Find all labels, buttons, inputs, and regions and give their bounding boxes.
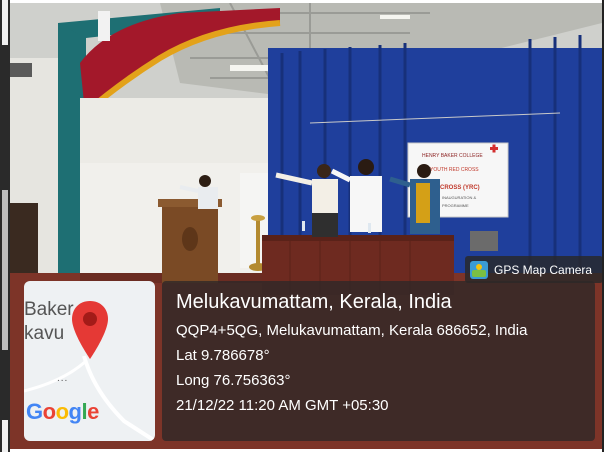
banner-line2: YOUTH RED CROSS [430, 167, 479, 173]
location-latitude: Lat 9.786678° [176, 347, 270, 364]
google-letter-2: o [42, 399, 56, 424]
google-letter-1: G [26, 399, 43, 424]
left-edge-strip [0, 0, 10, 452]
location-title: Melukavumattam, Kerala, India [176, 291, 452, 313]
banner-line5: PROGRAMME [442, 203, 469, 208]
google-letter-4: g [68, 399, 82, 424]
gps-badge-label: GPS Map Camera [494, 262, 593, 277]
google-logo: Google [26, 399, 99, 425]
location-address: QQP4+5QG, Melukavumattam, Kerala 686652,… [176, 322, 528, 339]
map-thumbnail: Baker kavu ... Google [24, 281, 155, 441]
location-overlay: Melukavumattam, Kerala, India QQP4+5QG, … [162, 281, 595, 441]
map-dots: ... [57, 373, 69, 384]
google-letter-6: e [87, 399, 99, 424]
map-pin-icon [72, 301, 108, 359]
banner-line3: CROSS (YRC) [440, 185, 480, 191]
banner-line4: INAUGURATION & [442, 195, 476, 200]
banner-line1: HENRY BAKER COLLEGE [422, 153, 483, 159]
map-town-line2: kavu [24, 323, 65, 344]
gps-map-camera-badge: GPS Map Camera [465, 256, 602, 283]
location-longitude: Long 76.756363° [176, 372, 291, 389]
google-letter-3: o [55, 399, 69, 424]
gps-map-camera-icon [470, 260, 488, 279]
location-datetime: 21/12/22 11:20 AM GMT +05:30 [176, 397, 389, 414]
map-town-line1: Baker [24, 299, 74, 320]
photo-frame: HENRY BAKER COLLEGE YOUTH RED CROSS CROS… [0, 0, 604, 452]
